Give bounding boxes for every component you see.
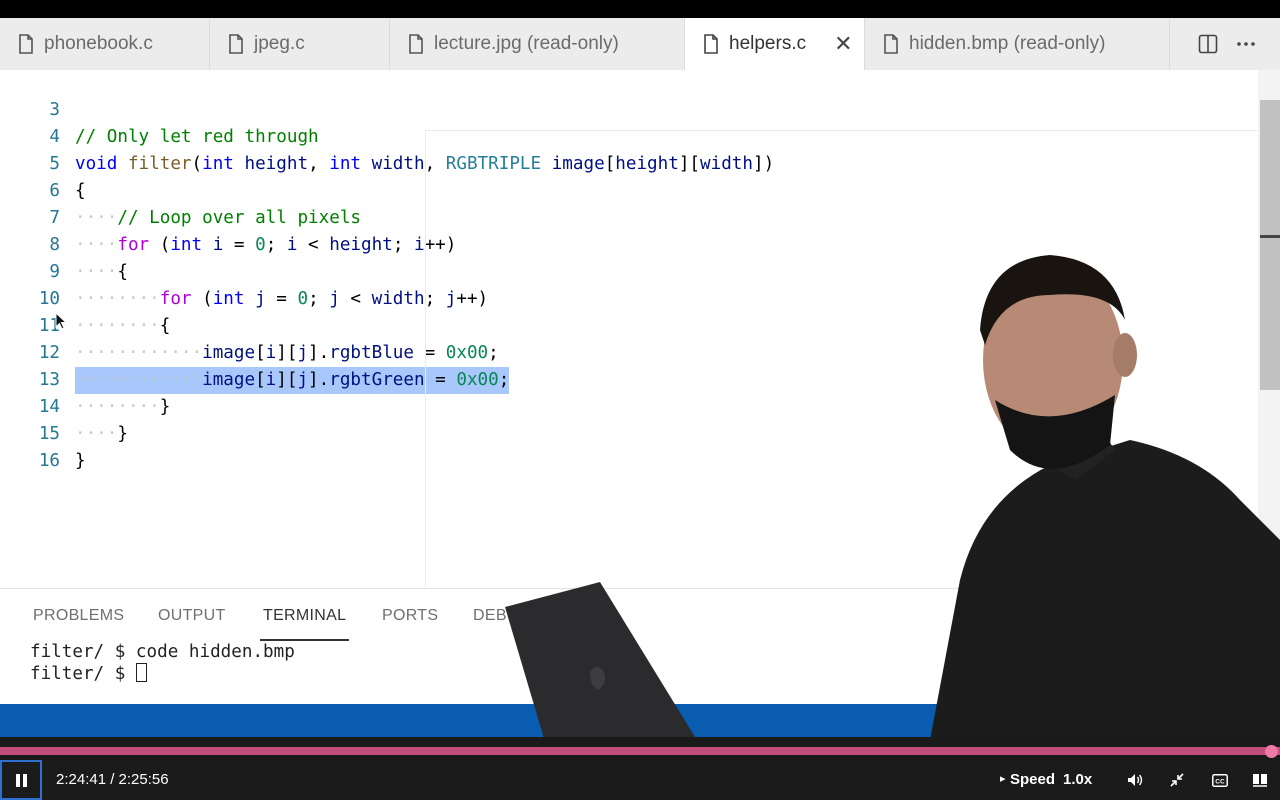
presenter-video-overlay — [930, 255, 1280, 740]
terminal-prompt[interactable]: filter/ $ — [30, 663, 147, 684]
pause-icon — [22, 773, 27, 787]
progress-scrubber[interactable] — [1265, 745, 1278, 758]
file-icon — [884, 34, 898, 54]
tab-label: lecture.jpg (read-only) — [434, 33, 619, 54]
tab-ports[interactable]: PORTS — [382, 607, 438, 625]
editor-tab-bar: phonebook.c jpeg.c lecture.jpg (read-onl… — [0, 18, 1280, 70]
file-icon — [19, 34, 33, 54]
code-line: 4 void filter(int height, int width, RGB… — [0, 97, 1260, 174]
tab-label: hidden.bmp (read-only) — [909, 33, 1106, 54]
mouse-cursor-icon — [55, 312, 67, 330]
svg-text:CC: CC — [1215, 778, 1225, 785]
terminal-cursor — [135, 663, 147, 682]
overlay-guide-line — [425, 130, 1260, 131]
tab-output[interactable]: OUTPUT — [158, 607, 226, 625]
line-text: } — [75, 451, 86, 471]
tab-terminal[interactable]: TERMINAL — [263, 607, 346, 625]
tab-phonebook[interactable]: phonebook.c — [0, 18, 210, 70]
close-icon[interactable]: ✕ — [834, 31, 852, 57]
tab-problems[interactable]: PROBLEMS — [33, 607, 124, 625]
progress-track[interactable] — [0, 747, 1280, 755]
tab-actions — [1170, 18, 1280, 70]
exit-fullscreen-icon[interactable] — [1167, 770, 1187, 790]
tab-label: helpers.c — [729, 33, 807, 54]
active-tab-indicator — [260, 639, 349, 641]
laptop-video-overlay — [505, 582, 695, 742]
terminal-line: filter/ $ code hidden.bmp — [30, 642, 295, 662]
tab-lecture[interactable]: lecture.jpg (read-only) — [390, 18, 685, 70]
volume-icon[interactable] — [1125, 770, 1145, 790]
captions-icon[interactable]: CC — [1210, 770, 1230, 790]
tab-label: jpeg.c — [254, 33, 305, 54]
video-top-letterbox — [0, 0, 1280, 18]
tab-label: phonebook.c — [44, 33, 153, 54]
file-icon — [704, 34, 718, 54]
tab-helpers[interactable]: helpers.c ✕ — [685, 18, 865, 70]
code-line: 7 ····for (int i = 0; i < height; i++) — [0, 178, 1260, 255]
split-editor-icon[interactable] — [1198, 34, 1218, 54]
code-line: 3 // Only let red through — [0, 70, 1260, 147]
transcript-icon[interactable] — [1250, 770, 1270, 790]
time-display: 2:24:41 / 2:25:56 — [56, 771, 169, 788]
speed-label[interactable]: Speed — [1010, 771, 1055, 788]
video-progress-bar[interactable] — [0, 737, 1280, 760]
tab-hidden[interactable]: hidden.bmp (read-only) — [865, 18, 1170, 70]
speed-caret-icon: ▸ — [1000, 773, 1006, 785]
scrollbar-cursor-marker — [1260, 235, 1280, 238]
code-line: 5 { — [0, 124, 1260, 201]
code-line: 6 ····// Loop over all pixels — [0, 151, 1260, 228]
speed-value[interactable]: 1.0x — [1063, 771, 1092, 788]
pause-button[interactable] — [0, 760, 42, 800]
video-controls: 2:24:41 / 2:25:56 ▸ Speed 1.0x CC — [0, 760, 1280, 800]
file-icon — [229, 34, 243, 54]
more-actions-icon[interactable] — [1236, 34, 1256, 54]
line-number: 16 — [38, 451, 60, 471]
pause-icon — [15, 773, 20, 787]
file-icon — [409, 34, 423, 54]
code-line: 8 ····{ — [0, 205, 1260, 282]
tab-jpeg[interactable]: jpeg.c — [210, 18, 390, 70]
